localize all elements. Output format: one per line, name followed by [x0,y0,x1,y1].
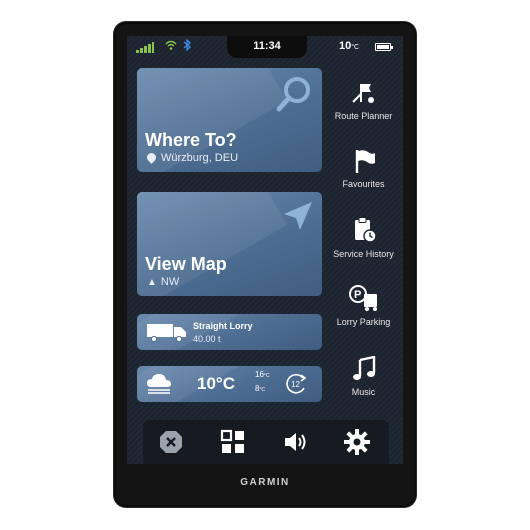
sidebar-item-route-planner[interactable]: Route Planner [326,80,401,121]
close-icon[interactable] [157,428,185,456]
music-label: Music [351,387,376,397]
wifi-icon [165,39,177,54]
battery-icon [375,43,393,51]
sidebar-item-service-history[interactable]: Service History [326,216,401,259]
route-planner-label: Route Planner [334,111,393,121]
bottom-toolbar [143,420,389,464]
apps-grid-icon[interactable] [219,428,247,456]
vehicle-name: Straight Lorry [193,321,253,331]
truck-icon [147,324,186,342]
forecast-clock-icon: 12 [286,373,307,394]
where-to-title: Where To? [145,130,237,150]
status-bar: 11:34 10°C [127,36,403,58]
svg-text:P: P [354,289,361,301]
location-pin-icon [145,151,158,164]
heading-indicator: ▲ NW [147,276,180,288]
forecast-hour: 12 [291,380,300,389]
navigation-arrow-icon [284,202,312,230]
view-map-tile[interactable]: View Map ▲ NW [137,192,322,296]
sidebar-item-favourites[interactable]: Favourites [326,148,401,189]
brand-logo: GARMIN [240,477,290,488]
where-to-tile[interactable]: Where To? Würzburg, DEU [137,68,322,172]
sidebar-item-music[interactable]: Music [326,356,401,397]
vehicle-weight: 40.00 t [193,334,221,344]
parking-truck-icon: P [348,285,377,311]
flag-icon [355,150,375,173]
route-planner-icon [351,84,374,103]
sidebar-item-lorry-parking[interactable]: P Lorry Parking [326,284,401,327]
weather-tile[interactable]: 10°C 16°C 8°C 12 [137,366,322,402]
vehicle-profile-tile[interactable]: Straight Lorry 40.00 t [137,314,322,350]
volume-icon[interactable] [281,428,309,456]
favourites-label: Favourites [342,179,385,189]
bluetooth-icon [183,38,191,54]
signal-icon [136,42,154,53]
view-map-title: View Map [145,254,227,274]
device-screen: 11:34 10°C Where To? Würzburg, DEU View … [127,36,403,464]
status-temperature: 10°C [339,40,360,52]
weather-temperature: 10°C [197,374,235,393]
weather-high: 16°C [255,370,270,379]
clipboard-clock-icon [354,217,377,243]
search-icon [276,77,310,112]
service-history-label: Service History [333,249,394,259]
current-location: Würzburg, DEU [145,151,238,164]
cloud-icon [147,374,171,394]
weather-low: 8°C [255,384,266,393]
settings-gear-icon[interactable] [343,428,371,456]
lorry-parking-label: Lorry Parking [336,317,391,327]
music-note-icon [352,356,375,380]
status-time: 11:34 [253,40,281,52]
heading-arrow-icon: ▲ [147,277,157,288]
